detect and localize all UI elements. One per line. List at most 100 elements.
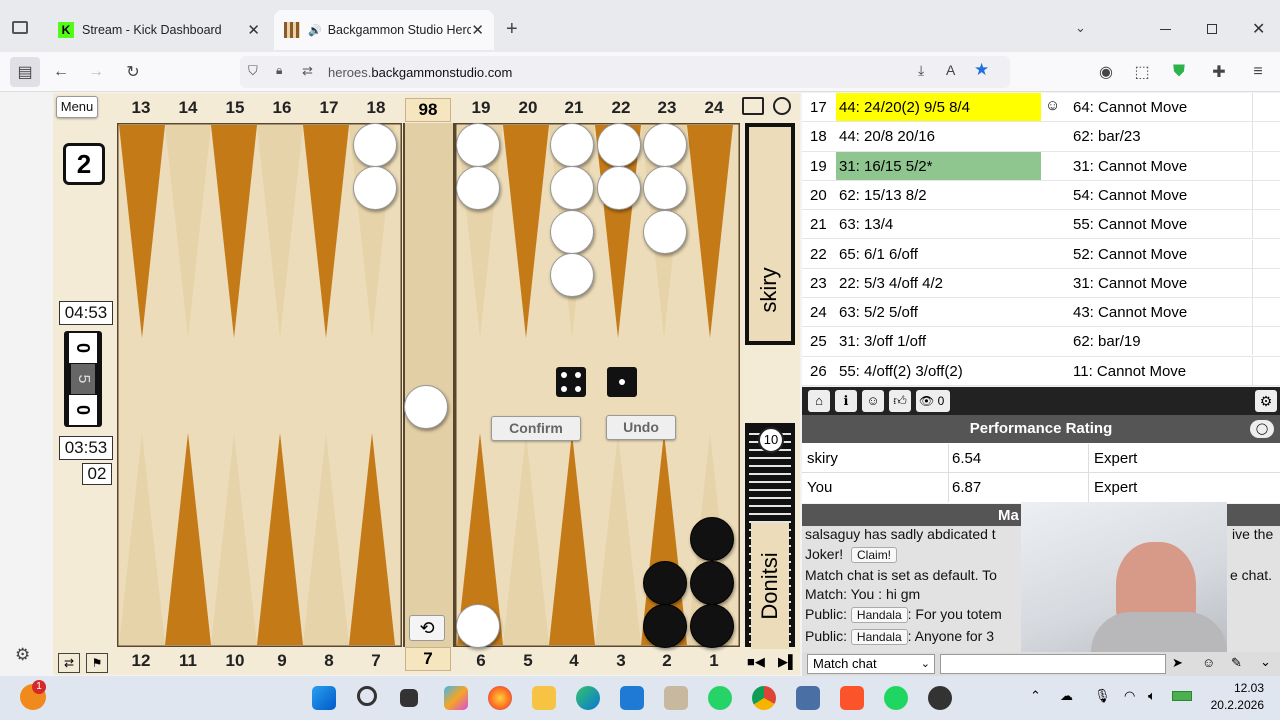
firefox-icon[interactable] — [488, 686, 512, 710]
minimize-icon[interactable] — [1160, 29, 1171, 30]
extensions-puzzle-icon[interactable]: ⬚ — [1130, 60, 1154, 84]
black-checker[interactable] — [643, 604, 687, 648]
home-icon[interactable]: ⌂ — [808, 390, 830, 412]
calculator-icon[interactable] — [796, 686, 820, 710]
move-row[interactable]: 24 63: 5/2 5/off 43: Cannot Move — [802, 298, 1280, 328]
move-row[interactable]: 22 65: 6/1 6/off 52: Cannot Move — [802, 239, 1280, 269]
claim-button[interactable]: Claim! — [851, 547, 898, 563]
toggle-icon[interactable]: ◯ — [1250, 420, 1274, 438]
close-window-icon[interactable]: ✕ — [1252, 19, 1265, 39]
black-checker[interactable] — [643, 561, 687, 605]
white-checker[interactable] — [353, 166, 397, 210]
sidebar-toggle-icon[interactable]: ▤ — [10, 57, 40, 87]
clock-icon[interactable] — [773, 97, 791, 115]
forward-icon[interactable]: → — [84, 60, 108, 84]
die-four[interactable] — [556, 367, 586, 397]
translate-icon[interactable]: A — [946, 62, 955, 78]
address-bar[interactable]: ⛉ 🔒︎ ⇄ heroes.backgammonstudio.com ⤓ A ★ — [240, 56, 1010, 88]
spotify-icon[interactable] — [884, 686, 908, 710]
windows-start-icon[interactable] — [312, 686, 336, 710]
undo-button[interactable]: Undo — [606, 415, 676, 440]
brave-icon[interactable] — [840, 686, 864, 710]
skip-icon[interactable]: ▶▌ — [778, 654, 797, 670]
new-tab-icon[interactable]: + — [506, 18, 518, 41]
chrome-icon[interactable] — [752, 686, 776, 710]
tab-list-icon[interactable] — [12, 21, 28, 34]
move-row[interactable]: 20 62: 15/13 8/2 54: Cannot Move — [802, 180, 1280, 211]
taskbar-time[interactable]: 12.03 — [1200, 681, 1264, 695]
chat-user-button[interactable]: Handala — [850, 607, 908, 623]
black-checker[interactable] — [690, 517, 734, 561]
white-checker-on-bar[interactable] — [404, 385, 448, 429]
white-checker[interactable] — [456, 123, 500, 167]
account-icon[interactable]: ◉ — [1094, 60, 1118, 84]
network-off-icon[interactable]: ☁ — [1060, 688, 1073, 704]
obs-icon[interactable] — [928, 686, 952, 710]
move-row[interactable]: 18 44: 20/8 20/16 62: bar/23 — [802, 122, 1280, 152]
white-checker[interactable] — [456, 604, 500, 648]
page-info-icon[interactable]: ⇄ — [302, 63, 313, 79]
thumbs-up-icon[interactable]: 👍︎ — [889, 390, 911, 412]
tab-list-chevron-icon[interactable]: ⌄ — [1075, 20, 1086, 36]
black-checker[interactable] — [690, 604, 734, 648]
pencil-icon[interactable]: ✎ — [1231, 655, 1242, 671]
white-checker[interactable] — [550, 123, 594, 167]
settings-icon[interactable]: ⚙ — [15, 645, 30, 665]
white-checker[interactable] — [550, 210, 594, 254]
chat-channel-select[interactable]: Match chat ⌄ — [807, 654, 935, 674]
white-checker[interactable] — [597, 123, 641, 167]
move-row[interactable]: 25 31: 3/off 1/off 62: bar/19 — [802, 327, 1280, 357]
search-icon[interactable] — [357, 686, 377, 706]
move-row[interactable]: 21 63: 13/4 55: Cannot Move — [802, 210, 1280, 240]
emoji-icon[interactable]: ☺ — [1202, 655, 1215, 670]
extensions-icon[interactable]: ✚ — [1207, 60, 1231, 84]
viewers-eye-icon[interactable]: 👁︎ 0 — [916, 390, 950, 412]
chat-input[interactable] — [940, 654, 1166, 674]
taskbar-date[interactable]: 20.2.2026 — [1200, 698, 1264, 712]
lock-icon[interactable]: 🔒︎ — [276, 63, 282, 78]
restore-icon[interactable] — [1207, 24, 1217, 34]
monitor-icon[interactable] — [742, 97, 764, 115]
file-explorer-icon[interactable] — [532, 686, 556, 710]
die-one[interactable] — [607, 367, 637, 397]
bookmark-star-icon[interactable]: ★ — [974, 60, 989, 80]
white-checker[interactable] — [643, 123, 687, 167]
tab-backgammon-studio[interactable]: 🔊 Backgammon Studio Heroes ✕ — [274, 10, 494, 50]
video-icon[interactable]: ■◀ — [747, 654, 765, 670]
speaker-icon[interactable]: 🔊 — [308, 24, 322, 37]
undo-arrow-icon[interactable]: ⟲ — [409, 615, 445, 641]
send-icon[interactable]: ➤ — [1172, 655, 1183, 671]
wifi-icon[interactable]: ◠ — [1124, 688, 1135, 704]
app-menu-icon[interactable]: ≡ — [1246, 60, 1270, 84]
save-page-icon[interactable]: ⤓ — [918, 62, 924, 79]
edge-icon[interactable] — [576, 686, 600, 710]
gear-icon[interactable]: ⚙ — [1255, 390, 1277, 412]
info-icon[interactable]: ℹ — [835, 390, 857, 412]
task-view-icon[interactable] — [400, 689, 418, 707]
smiley-icon[interactable]: ☺ — [1045, 97, 1060, 114]
copilot-icon[interactable] — [444, 686, 468, 710]
doubling-cube[interactable]: 2 — [63, 143, 105, 185]
move-row[interactable]: 17 44: 24/20(2) 9/5 8/4 ☺ 64: Cannot Move — [802, 93, 1280, 123]
back-icon[interactable]: ← — [49, 60, 73, 84]
expand-chevron-icon[interactable]: ⌄ — [1260, 654, 1271, 670]
close-tab-icon[interactable]: ✕ — [471, 21, 484, 39]
move-row[interactable]: 26 55: 4/off(2) 3/off(2) 11: Cannot Move — [802, 356, 1280, 386]
white-checker[interactable] — [456, 166, 500, 210]
flag-icon[interactable]: ⚑ — [86, 653, 108, 673]
white-checker[interactable] — [597, 166, 641, 210]
white-checker[interactable] — [550, 253, 594, 297]
close-tab-icon[interactable]: ✕ — [247, 21, 260, 39]
black-checker[interactable] — [690, 561, 734, 605]
microphone-icon[interactable]: 🎙︎ — [1094, 688, 1111, 704]
white-checker[interactable] — [353, 123, 397, 167]
menu-button[interactable]: Menu — [56, 96, 98, 118]
reload-icon[interactable]: ↻ — [121, 60, 145, 84]
store-icon[interactable] — [620, 686, 644, 710]
volume-icon[interactable]: 🔈︎ — [1148, 688, 1156, 704]
white-checker[interactable] — [643, 210, 687, 254]
shield-icon[interactable]: ⛉ — [248, 63, 258, 79]
emoji-icon[interactable]: ☺ — [862, 390, 884, 412]
battery-icon[interactable] — [1172, 691, 1192, 701]
rotate-icon[interactable]: ⇄ — [58, 653, 80, 673]
